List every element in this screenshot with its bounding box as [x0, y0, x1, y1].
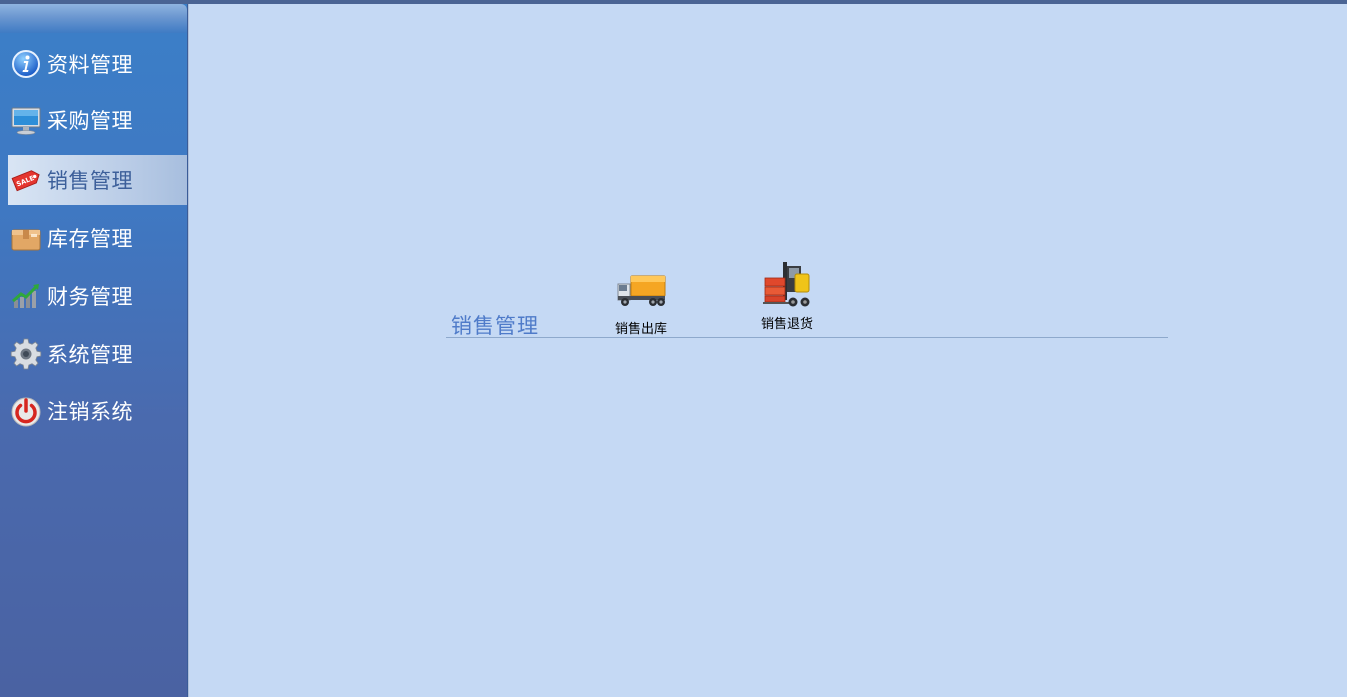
sales-return-button[interactable]: 销售退货: [742, 260, 832, 332]
sidebar-item-label: 销售管理: [47, 169, 133, 193]
sidebar-item-logout[interactable]: 注销系统: [8, 386, 187, 436]
sidebar-item-purchase-management[interactable]: 采购管理: [8, 95, 187, 145]
sale-tag-icon: SALE: [10, 164, 42, 196]
sidebar-item-system-management[interactable]: 系统管理: [8, 329, 187, 379]
sales-return-label: 销售退货: [760, 317, 813, 332]
sidebar-item-label: 财务管理: [47, 285, 133, 309]
sidebar-item-label: 库存管理: [47, 227, 133, 251]
sales-outbound-label: 销售出库: [614, 322, 667, 337]
info-icon: [10, 48, 42, 80]
sales-function-panel: 销售管理 销售出库 销售退货: [446, 258, 1168, 338]
sidebar-item-label: 注销系统: [47, 400, 133, 424]
divider: [446, 337, 1168, 338]
forklift-icon: [761, 260, 813, 316]
sidebar-item-sales-management[interactable]: SALE 销售管理: [8, 155, 187, 205]
sidebar-splitter[interactable]: [188, 4, 197, 697]
sidebar-item-data-management[interactable]: 资料管理: [8, 39, 187, 89]
delivery-truck-icon: [615, 270, 667, 316]
top-border: [0, 0, 1347, 4]
sidebar-item-finance-management[interactable]: 财务管理: [8, 271, 187, 321]
box-icon: [10, 222, 42, 254]
sidebar-item-label: 资料管理: [47, 53, 133, 77]
sidebar-item-label: 系统管理: [47, 343, 133, 367]
sidebar-header: [0, 4, 187, 33]
growth-chart-icon: [10, 280, 42, 312]
sales-outbound-button[interactable]: 销售出库: [596, 270, 686, 337]
gear-icon: [10, 338, 42, 370]
sidebar-item-label: 采购管理: [47, 109, 133, 133]
sidebar: 资料管理 采购管理 SALE 销售管理 库存管理 财务管理 系统管理 注销系统: [0, 4, 188, 697]
sidebar-item-inventory-management[interactable]: 库存管理: [8, 213, 187, 263]
monitor-icon: [10, 104, 42, 136]
section-title: 销售管理: [451, 314, 539, 338]
power-icon: [10, 395, 42, 427]
